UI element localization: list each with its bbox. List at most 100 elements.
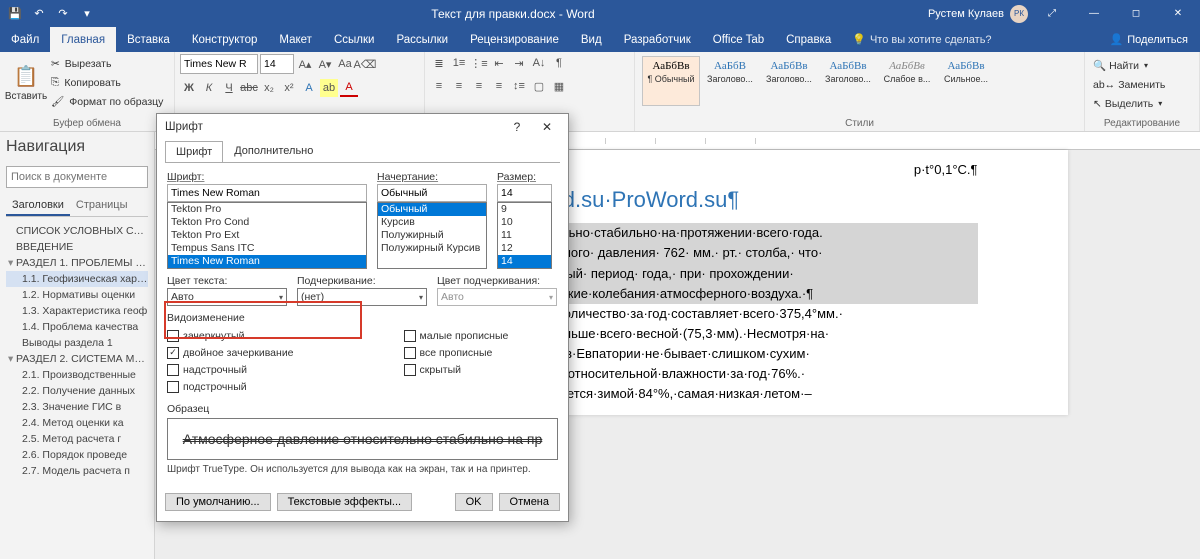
grow-font-icon[interactable]: A▴ <box>296 55 314 73</box>
nav-heading-item[interactable]: 1.3. Характеристика геоф <box>6 303 148 319</box>
underline-combo[interactable]: (нет) <box>297 288 427 306</box>
text-effects-button[interactable]: Текстовые эффекты... <box>277 493 413 511</box>
font-name-field[interactable] <box>167 184 367 202</box>
size-list[interactable]: 910111214 <box>497 202 552 269</box>
change-case-icon[interactable]: Aa <box>336 55 354 73</box>
dialog-tab-advanced[interactable]: Дополнительно <box>223 140 324 162</box>
default-button[interactable]: По умолчанию... <box>165 493 271 511</box>
tab-mailings[interactable]: Рассылки <box>385 27 459 52</box>
font-size-field[interactable] <box>497 184 552 202</box>
bullets-icon[interactable]: ≣ <box>430 54 448 72</box>
paste-button[interactable]: 📋 Вставить <box>5 54 47 112</box>
font-size-input[interactable] <box>260 54 294 74</box>
font-name-input[interactable] <box>180 54 258 74</box>
align-center-icon[interactable]: ≡ <box>450 77 468 95</box>
nav-heading-item[interactable]: 2.6. Порядок проведе <box>6 447 148 463</box>
nav-heading-item[interactable]: 2.7. Модель расчета п <box>6 463 148 479</box>
nav-tab-headings[interactable]: Заголовки <box>6 196 70 216</box>
style-item[interactable]: АаБбВвЗаголово... <box>760 56 818 106</box>
nav-heading-item[interactable]: 2.5. Метод расчета г <box>6 431 148 447</box>
shrink-font-icon[interactable]: A▾ <box>316 55 334 73</box>
dialog-tab-font[interactable]: Шрифт <box>165 141 223 163</box>
qat-more-icon[interactable]: ▾ <box>76 3 98 25</box>
tab-review[interactable]: Рецензирование <box>459 27 570 52</box>
tab-design[interactable]: Конструктор <box>181 27 269 52</box>
nav-heading-item[interactable]: 2.3. Значение ГИС в <box>6 399 148 415</box>
style-item[interactable]: АаБбВЗаголово... <box>701 56 759 106</box>
close-icon[interactable]: ✕ <box>1160 0 1196 27</box>
find-button[interactable]: 🔍Найти▾ <box>1090 56 1168 75</box>
text-effects-icon[interactable]: A <box>300 79 318 97</box>
tell-me-search[interactable]: 💡 Что вы хотите сделать? <box>852 27 991 52</box>
style-item[interactable]: АаБбВвЗаголово... <box>819 56 877 106</box>
checkbox-subscript[interactable]: подстрочный <box>167 378 294 395</box>
nav-heading-item[interactable]: 2.2. Получение данных <box>6 383 148 399</box>
decrease-indent-icon[interactable]: ⇤ <box>490 54 508 72</box>
tab-view[interactable]: Вид <box>570 27 613 52</box>
bold-icon[interactable]: Ж <box>180 79 198 97</box>
tab-developer[interactable]: Разработчик <box>613 27 702 52</box>
font-list[interactable]: Tekton ProTekton Pro CondTekton Pro ExtT… <box>167 202 367 269</box>
style-item[interactable]: АаБбВвСлабое в... <box>878 56 936 106</box>
checkbox-hidden[interactable]: скрытый <box>404 361 509 378</box>
align-left-icon[interactable]: ≡ <box>430 77 448 95</box>
checkbox-smallcaps[interactable]: малые прописные <box>404 327 509 344</box>
align-right-icon[interactable]: ≡ <box>470 77 488 95</box>
nav-heading-item[interactable]: СПИСОК УСЛОВНЫХ СОКРАЩЕНИЙ <box>6 223 148 239</box>
tab-insert[interactable]: Вставка <box>116 27 181 52</box>
nav-heading-item[interactable]: 2.1. Производственные <box>6 367 148 383</box>
undo-icon[interactable]: ↶ <box>28 3 50 25</box>
justify-icon[interactable]: ≡ <box>490 77 508 95</box>
show-marks-icon[interactable]: ¶ <box>550 54 568 72</box>
font-style-field[interactable] <box>377 184 487 202</box>
tab-references[interactable]: Ссылки <box>323 27 386 52</box>
nav-heading-item[interactable]: 2.4. Метод оценки ка <box>6 415 148 431</box>
nav-heading-item[interactable]: 1.4. Проблема качества <box>6 319 148 335</box>
tab-office-tab[interactable]: Office Tab <box>702 27 775 52</box>
line-spacing-icon[interactable]: ↕≡ <box>510 77 528 95</box>
tab-home[interactable]: Главная <box>50 27 116 52</box>
shading-icon[interactable]: ▢ <box>530 77 548 95</box>
maximize-icon[interactable]: ◻ <box>1118 0 1154 27</box>
checkbox-double-strike[interactable]: ✓двойное зачеркивание <box>167 344 294 361</box>
styles-gallery[interactable]: АаБбВв¶ ОбычныйАаБбВЗаголово...АаБбВвЗаг… <box>640 54 997 108</box>
italic-icon[interactable]: К <box>200 79 218 97</box>
checkbox-allcaps[interactable]: все прописные <box>404 344 509 361</box>
nav-heading-item[interactable]: 1.2. Нормативы оценки <box>6 287 148 303</box>
style-list[interactable]: ОбычныйКурсивПолужирныйПолужирный Курсив <box>377 202 487 269</box>
copy-button[interactable]: ⎘ Копировать <box>49 73 165 92</box>
share-button[interactable]: 👤 Поделиться <box>1098 27 1200 52</box>
replace-button[interactable]: ab↔Заменить <box>1090 75 1168 94</box>
subscript-icon[interactable]: x₂ <box>260 79 278 97</box>
ok-button[interactable]: OK <box>455 493 493 511</box>
dialog-help-icon[interactable]: ? <box>504 116 530 138</box>
nav-search-input[interactable] <box>6 166 148 188</box>
nav-heading-item[interactable]: ▾РАЗДЕЛ 2. СИСТЕМА МОНИТОР <box>6 351 148 367</box>
clear-format-icon[interactable]: A⌫ <box>356 55 374 73</box>
avatar[interactable]: РК <box>1010 5 1028 23</box>
nav-heading-item[interactable]: ВВЕДЕНИЕ <box>6 239 148 255</box>
style-item[interactable]: АаБбВв¶ Обычный <box>642 56 700 106</box>
save-icon[interactable]: 💾 <box>4 3 26 25</box>
dialog-close-icon[interactable]: ✕ <box>534 116 560 138</box>
borders-icon[interactable]: ▦ <box>550 77 568 95</box>
highlight-icon[interactable]: ab <box>320 79 338 97</box>
checkbox-strike[interactable]: зачеркнутый <box>167 327 294 344</box>
nav-heading-item[interactable]: 1.1. Геофизическая характеристика <box>6 271 148 287</box>
numbering-icon[interactable]: 1≡ <box>450 54 468 72</box>
cancel-button[interactable]: Отмена <box>499 493 560 511</box>
redo-icon[interactable]: ↷ <box>52 3 74 25</box>
ribbon-options-icon[interactable]: ⤢ <box>1034 0 1070 27</box>
tab-file[interactable]: Файл <box>0 27 50 52</box>
font-color-combo[interactable]: Авто <box>167 288 287 306</box>
tab-help[interactable]: Справка <box>775 27 842 52</box>
strike-icon[interactable]: abc <box>240 79 258 97</box>
underline-icon[interactable]: Ч <box>220 79 238 97</box>
multilevel-icon[interactable]: ⋮≡ <box>470 54 488 72</box>
superscript-icon[interactable]: x² <box>280 79 298 97</box>
font-color-icon[interactable]: A <box>340 79 358 97</box>
nav-tab-pages[interactable]: Страницы <box>70 196 134 216</box>
nav-heading-item[interactable]: ▾РАЗДЕЛ 1. ПРОБЛЕМЫ МЕТЕО <box>6 255 148 271</box>
minimize-icon[interactable]: — <box>1076 0 1112 27</box>
tab-layout[interactable]: Макет <box>268 27 323 52</box>
